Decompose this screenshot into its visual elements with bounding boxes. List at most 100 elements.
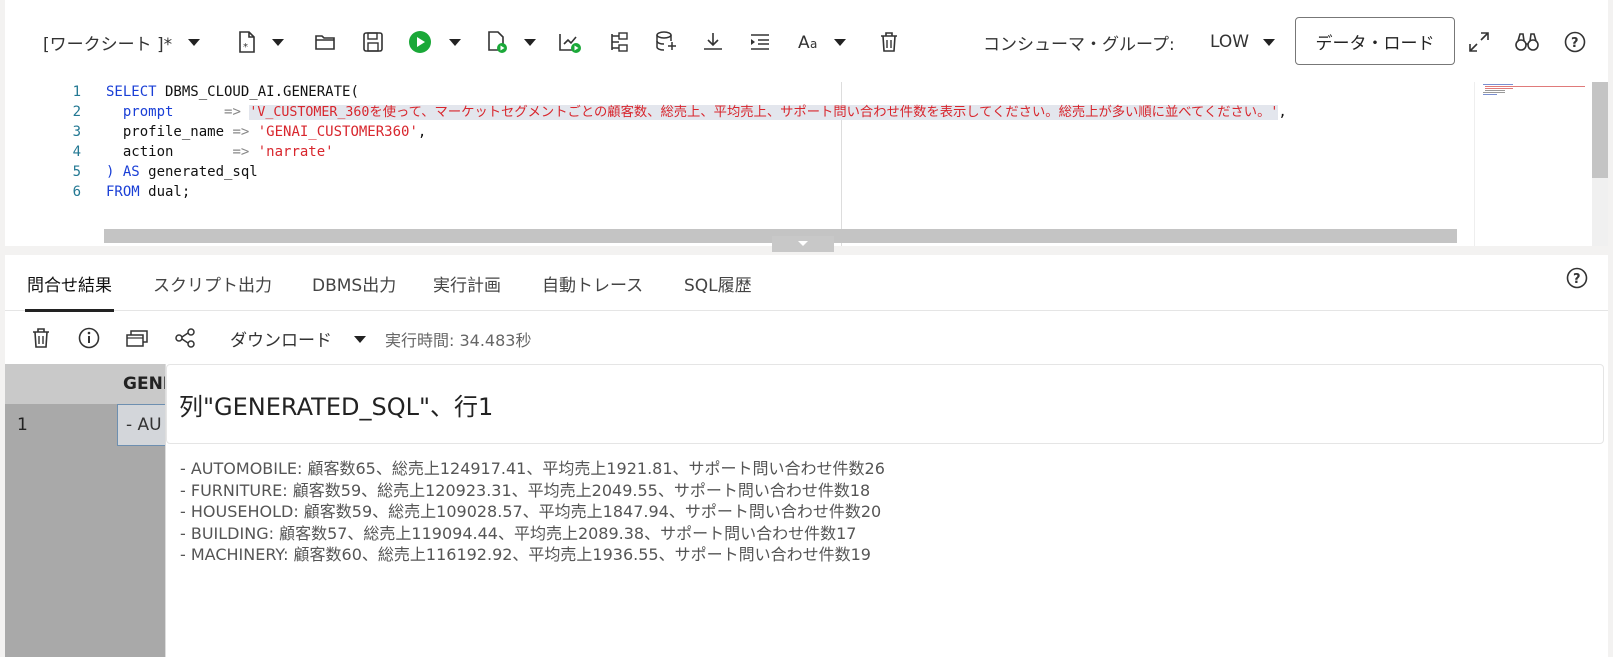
result-line: - HOUSEHOLD: 顧客数59、総売上109028.57、平均売上1847… xyxy=(180,502,882,521)
run-script-dropdown[interactable] xyxy=(521,26,539,58)
svg-text:a: a xyxy=(810,37,817,51)
tab-script-output[interactable]: スクリプト出力 xyxy=(151,255,274,311)
tab-dbms-output[interactable]: DBMS出力 xyxy=(310,255,398,311)
code-line: profile_name => 'GENAI_CUSTOMER360', xyxy=(106,122,426,142)
trash-icon[interactable] xyxy=(875,26,903,58)
chevron-down-icon[interactable] xyxy=(354,336,366,343)
single-record-view-icon[interactable] xyxy=(125,326,149,350)
font-case-dropdown[interactable] xyxy=(831,26,849,58)
param-name: prompt xyxy=(106,104,225,120)
find-icon[interactable] xyxy=(1513,26,1541,58)
chevron-down-icon xyxy=(272,38,284,46)
tab-explain-plan[interactable]: 実行計画 xyxy=(431,255,503,311)
help-icon[interactable]: ? xyxy=(1566,267,1588,293)
code-minimap[interactable] xyxy=(1474,82,1592,246)
tab-autotrace[interactable]: 自動トレース xyxy=(540,255,645,311)
operator: => xyxy=(232,144,258,160)
code-line: ) AS generated_sql xyxy=(106,162,258,182)
vertical-scrollbar[interactable] xyxy=(1592,82,1608,246)
results-toolbar: ダウンロード 実行時間: 34.483秒 xyxy=(5,312,1608,364)
code-text: , xyxy=(417,124,427,140)
operator: => xyxy=(232,124,258,140)
result-line: - BUILDING: 顧客数57、総売上119094.44、平均売上2089.… xyxy=(180,523,857,543)
param-name: action xyxy=(106,144,233,160)
worksheet-label: [ワークシート ]* xyxy=(43,34,173,55)
results-tabs: 問合せ結果 スクリプト出力 DBMS出力 実行計画 自動トレース SQL履歴 ? xyxy=(5,255,1608,312)
svg-text:?: ? xyxy=(1571,36,1579,51)
open-folder-icon[interactable] xyxy=(311,26,339,58)
chevron-down-icon xyxy=(1263,38,1276,46)
popup-title: 列"GENERATED_SQL"、行1 xyxy=(166,364,1604,444)
line-number: 6 xyxy=(72,184,81,200)
code-line: SELECT DBMS_CLOUD_AI.GENERATE( xyxy=(106,82,359,102)
run-dropdown[interactable] xyxy=(446,26,464,58)
chevron-down-icon xyxy=(834,38,846,46)
explain-plan-icon[interactable] xyxy=(556,26,584,58)
code-text: generated_sql xyxy=(139,164,258,180)
result-line: - FURNITURE: 顧客数59、総売上120923.31、平均売上2049… xyxy=(180,480,871,500)
results-panel: 問合せ結果 スクリプト出力 DBMS出力 実行計画 自動トレース SQL履歴 ?… xyxy=(5,255,1608,657)
new-worksheet-dropdown[interactable] xyxy=(269,26,287,58)
code-line: FROM dual; xyxy=(106,182,190,202)
collapse-arrow-icon xyxy=(798,241,808,246)
new-worksheet-icon[interactable]: * xyxy=(233,26,261,58)
info-icon[interactable] xyxy=(77,326,101,350)
tab-query-result[interactable]: 問合せ結果 xyxy=(25,255,114,312)
line-number: 4 xyxy=(72,144,81,160)
sql-keyword: FROM xyxy=(106,184,140,200)
svg-text:*: * xyxy=(243,42,248,53)
expand-icon[interactable] xyxy=(1465,26,1493,58)
download-menu-label[interactable]: ダウンロード xyxy=(230,326,332,351)
row-number: 1 xyxy=(17,415,28,435)
download-icon[interactable] xyxy=(699,26,727,58)
run-icon[interactable] xyxy=(406,26,434,58)
autotrace-icon[interactable] xyxy=(605,26,633,58)
chevron-down-icon xyxy=(188,38,201,46)
string-literal: 'V_CUSTOMER_360を使って、マーケットセグメントごとの顧客数、総売上… xyxy=(249,105,1279,120)
line-number-gutter: 1 2 3 4 5 6 xyxy=(5,82,103,246)
execution-time: 実行時間: 34.483秒 xyxy=(385,331,532,350)
data-load-button[interactable]: データ・ロード xyxy=(1295,17,1455,65)
scrollbar-thumb[interactable] xyxy=(1592,82,1608,178)
string-literal: 'GENAI_CUSTOMER360' xyxy=(257,124,418,140)
trash-icon[interactable] xyxy=(29,326,53,350)
line-number: 1 xyxy=(72,84,81,100)
worksheet-selector[interactable]: [ワークシート ]* xyxy=(43,26,213,58)
code-text: dual; xyxy=(139,184,191,200)
operator: => xyxy=(224,104,250,120)
help-icon[interactable]: ? xyxy=(1561,26,1589,58)
panel-splitter-handle[interactable] xyxy=(772,236,834,252)
share-icon[interactable] xyxy=(173,326,197,350)
sql-tuning-icon[interactable] xyxy=(653,26,681,58)
string-literal: 'narrate' xyxy=(257,144,334,160)
chevron-down-icon xyxy=(449,38,461,46)
code-text: DBMS_CLOUD_AI.GENERATE( xyxy=(156,84,359,100)
code-text: , xyxy=(1278,104,1287,120)
svg-text:A: A xyxy=(798,33,810,52)
svg-text:?: ? xyxy=(1573,272,1581,287)
run-script-icon[interactable] xyxy=(483,26,511,58)
consumer-group-label: コンシューマ・グループ: xyxy=(983,34,1175,55)
consumer-group-value: LOW xyxy=(1210,32,1250,52)
tab-sql-history[interactable]: SQL履歴 xyxy=(682,255,754,311)
param-name: profile_name xyxy=(106,124,233,140)
sql-keyword: SELECT xyxy=(106,84,157,100)
save-icon[interactable] xyxy=(359,26,387,58)
sql-editor[interactable]: 1 2 3 4 5 6 SELECT DBMS_CLOUD_AI.GENERAT… xyxy=(5,82,1608,246)
line-number: 3 xyxy=(72,124,81,140)
result-line: - MACHINERY: 顧客数60、総売上116192.92、平均売上1936… xyxy=(180,545,871,564)
consumer-group-select[interactable]: LOW xyxy=(1210,26,1280,58)
code-line: action => 'narrate' xyxy=(106,142,334,162)
sql-keyword: ) AS xyxy=(106,164,140,180)
cell-value-popup: 列"GENERATED_SQL"、行1 - AUTOMOBILE: 顧客数65、… xyxy=(165,364,1608,657)
line-number: 2 xyxy=(72,104,81,120)
code-line: prompt => 'V_CUSTOMER_360を使って、マーケットセグメント… xyxy=(106,102,1287,122)
chevron-down-icon xyxy=(524,38,536,46)
result-line: - AUTOMOBILE: 顧客数65、総売上124917.41、平均売上192… xyxy=(180,459,885,478)
line-number: 5 xyxy=(72,164,81,180)
font-case-icon[interactable]: Aa xyxy=(795,26,825,58)
popup-body: - AUTOMOBILE: 顧客数65、総売上124917.41、平均売上192… xyxy=(180,458,885,566)
format-icon[interactable] xyxy=(746,26,774,58)
worksheet-toolbar: [ワークシート ]* * Aa コンシューマ・グループ: LOW データ・ロード… xyxy=(5,0,1608,82)
code-area[interactable]: SELECT DBMS_CLOUD_AI.GENERATE( prompt =>… xyxy=(104,82,1474,246)
